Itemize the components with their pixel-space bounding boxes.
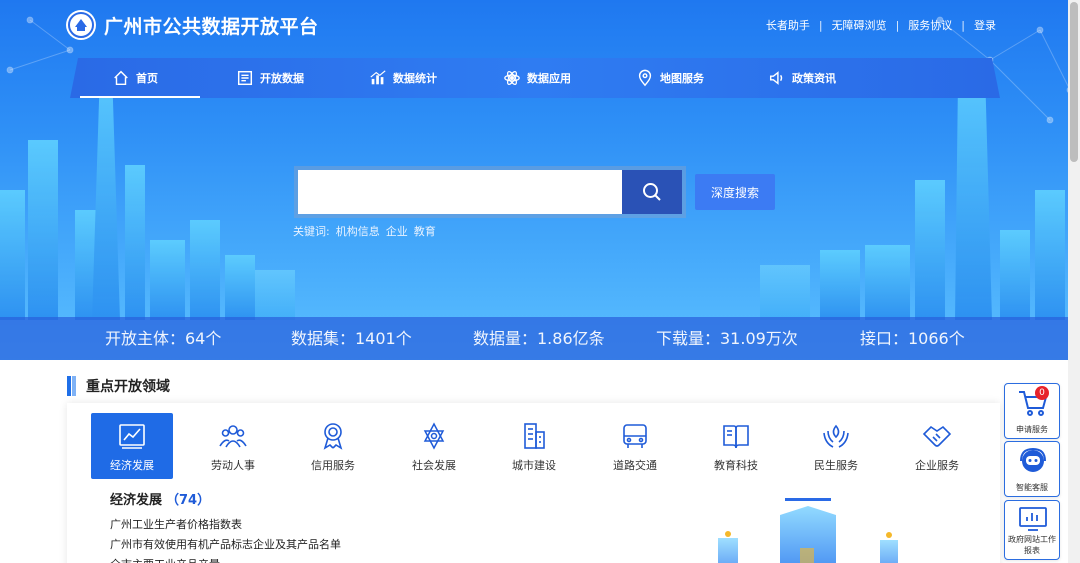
category-label: 劳动人事: [211, 459, 255, 472]
login-link[interactable]: 登录: [974, 17, 996, 33]
keywords-label: 关键词:: [293, 225, 330, 238]
nav-label: 政策资讯: [792, 72, 836, 85]
accessibility-link[interactable]: 无障碍浏览: [832, 17, 887, 33]
top-bar: 广州市公共数据开放平台 长者助手 | 无障碍浏览 | 服务协议 | 登录: [0, 0, 1080, 50]
robot-icon: [1020, 447, 1046, 472]
search-icon: [643, 183, 661, 201]
sidetool-label: 申请服务: [1016, 425, 1048, 434]
speaker-icon: [769, 71, 783, 85]
category-labor[interactable]: 劳动人事: [192, 413, 274, 479]
category-social[interactable]: 社会发展: [393, 413, 475, 479]
bus-icon: [623, 424, 647, 448]
stat-datasets: 数据集：1401个: [291, 329, 412, 348]
keyword-link[interactable]: 机构信息: [336, 223, 380, 239]
category-urban[interactable]: 城市建设: [493, 413, 575, 479]
section-title: 重点开放领域: [86, 379, 170, 395]
section-bar-icon: [67, 376, 76, 396]
keyword-link[interactable]: 企业: [386, 223, 408, 239]
category-label: 企业服务: [915, 459, 959, 472]
nav-statistics[interactable]: 数据统计: [369, 58, 437, 98]
building-icon: [524, 423, 545, 449]
category-label: 教育科技: [714, 459, 758, 472]
nav-applications[interactable]: 数据应用: [503, 58, 571, 98]
atom-icon: [504, 70, 520, 86]
category-education[interactable]: 教育科技: [695, 413, 777, 479]
sidetool-label: 智能客服: [1016, 483, 1048, 492]
nav-label: 地图服务: [660, 72, 704, 85]
category-label: 信用服务: [311, 459, 355, 472]
sidetool-label: 政府网站工作报表: [1008, 535, 1056, 555]
category-livelihood[interactable]: 民生服务: [795, 413, 877, 479]
stats-bar: 开放主体：64个 数据集：1401个 数据量：1.86亿条 下载量：31.09万…: [0, 317, 1080, 360]
detail-heading: 经济发展 （74）: [110, 489, 210, 508]
book-icon: [723, 425, 749, 449]
nav-label: 数据应用: [527, 72, 571, 85]
scrollbar-thumb[interactable]: [1070, 2, 1078, 162]
apply-service-button[interactable]: 0 申请服务: [1004, 383, 1060, 439]
report-icon: [1019, 507, 1047, 531]
nav-label: 数据统计: [393, 72, 437, 85]
page-scrollbar[interactable]: [1068, 0, 1080, 563]
section-header: 重点开放领域: [67, 376, 170, 396]
stat-downloads: 下载量：31.09万次: [656, 329, 798, 348]
star-network-icon: [423, 422, 445, 450]
category-label: 民生服务: [814, 459, 858, 472]
nav-home[interactable]: 首页: [80, 58, 200, 98]
category-label: 道路交通: [613, 459, 657, 472]
search-box: [294, 166, 686, 218]
top-links: 长者助手 | 无障碍浏览 | 服务协议 | 登录: [765, 17, 996, 33]
list-item[interactable]: 广州工业生产者价格指数表: [110, 515, 341, 535]
search-input[interactable]: [298, 170, 622, 214]
data-illustration: [718, 498, 898, 563]
hands-icon: [823, 424, 849, 448]
home-icon: [114, 70, 128, 86]
nav-map-service[interactable]: 地图服务: [636, 58, 704, 98]
detail-count: （74）: [166, 493, 211, 508]
stat-interfaces: 接口：1066个: [860, 329, 965, 348]
main-nav: 首页 开放数据 数据统计 数据应用 地图服务 政策资讯: [70, 58, 1000, 98]
site-logo[interactable]: 广州市公共数据开放平台: [66, 10, 319, 40]
keyword-link[interactable]: 教育: [414, 223, 436, 239]
site-title: 广州市公共数据开放平台: [104, 15, 319, 38]
nav-policy-news[interactable]: 政策资讯: [768, 58, 836, 98]
handshake-icon: [922, 425, 952, 447]
category-label: 城市建设: [512, 459, 556, 472]
nav-label: 首页: [136, 72, 158, 85]
category-label: 经济发展: [110, 459, 154, 472]
cart-badge: 0: [1035, 386, 1049, 400]
category-label: 社会发展: [412, 459, 456, 472]
service-agreement-link[interactable]: 服务协议: [908, 17, 952, 33]
people-icon: [219, 425, 247, 448]
search-button[interactable]: [622, 170, 682, 214]
nav-label: 开放数据: [260, 72, 304, 85]
nav-open-data[interactable]: 开放数据: [236, 58, 304, 98]
elder-helper-link[interactable]: 长者助手: [766, 17, 810, 33]
detail-title: 经济发展: [110, 493, 163, 508]
trend-chart-icon: [119, 424, 145, 449]
category-traffic[interactable]: 道路交通: [594, 413, 676, 479]
stat-data-volume: 数据量：1.86亿条: [473, 329, 605, 348]
list-item[interactable]: 广州市有效使用有机产品标志企业及其产品名单: [110, 535, 341, 555]
smart-service-button[interactable]: 智能客服: [1004, 441, 1060, 497]
search-keywords: 关键词: 机构信息 企业 教育: [293, 223, 436, 239]
gov-report-button[interactable]: 政府网站工作报表: [1004, 500, 1060, 560]
data-icon: [237, 70, 253, 86]
category-enterprise[interactable]: 企业服务: [896, 413, 978, 479]
emblem-icon: [66, 10, 96, 40]
deep-search-button[interactable]: 深度搜索: [695, 174, 775, 210]
map-pin-icon: [638, 69, 652, 87]
medal-icon: [323, 423, 343, 450]
category-economy[interactable]: 经济发展: [91, 413, 173, 479]
list-item[interactable]: 全市主要工业产品产量: [110, 555, 341, 563]
dataset-list: 广州工业生产者价格指数表 广州市有效使用有机产品标志企业及其产品名单 全市主要工…: [110, 515, 341, 563]
chart-icon: [370, 70, 386, 85]
category-credit[interactable]: 信用服务: [292, 413, 374, 479]
stat-open-subjects: 开放主体：64个: [105, 329, 222, 348]
